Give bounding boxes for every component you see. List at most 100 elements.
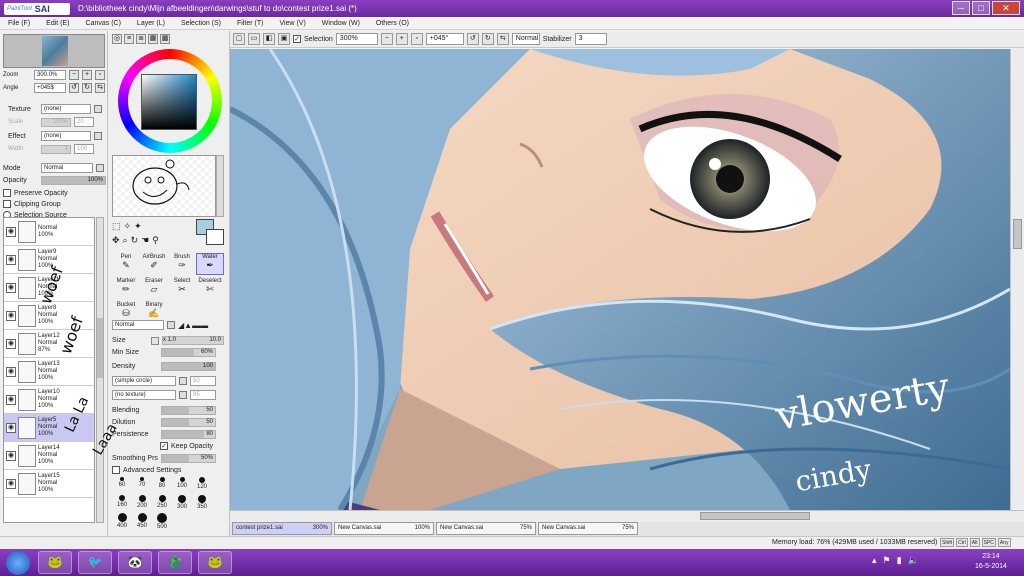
nav-zoom-out-button[interactable]: − (69, 70, 79, 80)
brush-size-preset[interactable]: 400 (112, 513, 132, 529)
eye-icon[interactable]: ◉ (6, 338, 16, 349)
hand-icon[interactable]: ☚ (141, 235, 149, 246)
texture-dropdown-icon[interactable] (94, 105, 102, 113)
menu-selection[interactable]: Selection (S) (173, 20, 229, 27)
effect-width-bar[interactable]: 1 (41, 144, 71, 154)
scratchpad-scrollbar[interactable] (216, 155, 224, 217)
tab-new-canvas[interactable]: New Canvas.sai 75% (436, 522, 536, 535)
tool-deselect[interactable]: Deselect ✄ (196, 277, 224, 299)
brush-size-preset[interactable]: 100 (172, 477, 192, 493)
eye-icon[interactable]: ◉ (6, 282, 16, 293)
lasso-icon[interactable]: ✧ (124, 221, 132, 232)
tool-brush[interactable]: Brush ✑ (168, 253, 196, 275)
preserve-opacity-checkbox[interactable] (3, 189, 11, 197)
stabilizer-select[interactable]: 3 (574, 33, 607, 45)
min-size-bar[interactable]: 60% (161, 348, 216, 357)
brush-size-preset[interactable]: 250 (152, 495, 172, 511)
secondary-color-swatch[interactable] (206, 229, 224, 245)
rotate-right-button[interactable]: ↻ (481, 33, 494, 45)
angle-select[interactable]: +045° (425, 33, 464, 45)
layer-opacity-bar[interactable]: 100% (41, 176, 106, 185)
brush-texture-dropdown-icon[interactable] (179, 391, 187, 399)
zoom-out-button[interactable]: − (380, 33, 393, 45)
rect-select-icon[interactable]: ⬚ (112, 221, 121, 232)
layer-item[interactable]: ◉ Layer14 Normal 100% (4, 442, 94, 470)
menu-layer[interactable]: Layer (L) (129, 20, 173, 27)
menu-view[interactable]: View (V) (271, 20, 313, 27)
zoom-reset-button[interactable]: ▫ (410, 33, 423, 45)
tool-water[interactable]: Water ✒ (196, 253, 224, 275)
eye-icon[interactable]: ◉ (6, 450, 16, 461)
tool-pen[interactable]: Pen ✎ (112, 253, 140, 275)
tab-contest-prize[interactable]: contest prize1.sai 300% (232, 522, 332, 535)
layer-item[interactable]: ◉ Layer13 Normal 100% (4, 358, 94, 386)
select-all-icon[interactable]: ▢ (233, 33, 245, 45)
hsv-slider-tab-icon[interactable]: ≣ (136, 34, 146, 44)
layer-item[interactable]: ◉ Normal 100% (4, 218, 94, 246)
layer-list-scrollbar[interactable] (96, 217, 104, 523)
taskbar-app[interactable]: 🐸 (198, 551, 232, 574)
rgb-slider-tab-icon[interactable]: ≡ (124, 34, 134, 44)
nav-zoom-reset-button[interactable]: ▫ (95, 70, 105, 80)
clipping-group-checkbox[interactable] (3, 200, 11, 208)
layer-item[interactable]: ◉ Layer12 Normal 87% (4, 330, 94, 358)
invert-selection-icon[interactable]: ◧ (263, 33, 275, 45)
tool-marker[interactable]: Marker ✏ (112, 277, 140, 299)
menu-filter[interactable]: Filter (T) (229, 20, 271, 27)
fill-icon[interactable]: ▣ (278, 33, 290, 45)
close-button[interactable]: ✕ (992, 1, 1020, 15)
size-lock-icon[interactable] (151, 336, 159, 345)
brush-texture-num[interactable]: 95 (190, 390, 216, 400)
brush-size-preset[interactable]: 80 (152, 477, 172, 493)
brush-shape-num[interactable]: 50 (190, 376, 216, 386)
texture-scale-bar[interactable]: 100% (41, 117, 71, 127)
brush-size-preset[interactable]: 350 (192, 495, 212, 511)
texture-scale-num[interactable]: 20 (74, 117, 94, 127)
eye-icon[interactable]: ◉ (6, 394, 16, 405)
navigator-preview[interactable] (3, 34, 105, 68)
scratchpad-tab-icon[interactable]: ▩ (160, 34, 170, 44)
rotate-icon[interactable]: ↻ (131, 235, 139, 246)
tray-up-arrow-icon[interactable]: ▴ (872, 555, 877, 566)
brush-size-preset[interactable]: 160 (112, 495, 132, 511)
layer-mode-select[interactable]: Normal (41, 163, 93, 173)
deselect-icon[interactable]: ▭ (248, 33, 260, 45)
size-bar[interactable]: x 1.0 10.0 (162, 336, 224, 345)
layer-item[interactable]: ◉ Layer8 Normal 100% (4, 302, 94, 330)
brush-shape-dropdown-icon[interactable] (179, 377, 187, 385)
blend-mode-select[interactable]: Normal (511, 33, 540, 45)
smoothing-bar[interactable]: 50% (161, 454, 216, 463)
brush-size-preset[interactable]: 500 (152, 513, 172, 530)
eye-icon[interactable]: ◉ (6, 422, 16, 433)
scratchpad[interactable] (112, 155, 216, 217)
brush-size-preset[interactable]: 300 (172, 495, 192, 511)
layer-item[interactable]: ◉ Layer10 Normal 100% (4, 386, 94, 414)
nav-angle-field[interactable]: +045$ (34, 83, 66, 93)
tool-select[interactable]: Select ✂ (168, 277, 196, 299)
brush-size-preset[interactable]: 200 (132, 495, 152, 511)
flag-icon[interactable]: ⚑ (883, 555, 891, 566)
brush-size-preset[interactable]: 70 (132, 477, 152, 493)
effect-width-num[interactable]: 100 (74, 144, 94, 154)
layer-item[interactable]: ◉ Layer9 Normal 100% (4, 246, 94, 274)
swatches-tab-icon[interactable]: ▦ (148, 34, 158, 44)
magic-wand-icon[interactable]: ✦ (134, 221, 142, 232)
effect-dropdown-icon[interactable] (94, 132, 102, 140)
brush-texture-select[interactable]: (no texture) (112, 390, 176, 400)
layer-item-selected[interactable]: ◉ Layer5 Normal 100% (4, 414, 94, 442)
eye-icon[interactable]: ◉ (6, 310, 16, 321)
eye-icon[interactable]: ◉ (6, 366, 16, 377)
texture-select[interactable]: (none) (41, 104, 91, 114)
brush-size-preset[interactable]: 120 (192, 477, 212, 493)
color-wheel-tab-icon[interactable]: ◎ (112, 34, 122, 44)
tool-eraser[interactable]: Eraser ▱ (140, 277, 168, 299)
tab-new-canvas[interactable]: New Canvas.sai 100% (334, 522, 434, 535)
taskbar-app[interactable]: 🐦 (78, 551, 112, 574)
zoom-icon[interactable]: ⌕ (123, 235, 128, 246)
menu-edit[interactable]: Edit (E) (38, 20, 77, 27)
keep-opacity-checkbox[interactable]: ✓ (160, 442, 168, 450)
mode-dropdown-icon[interactable] (96, 164, 104, 172)
nav-zoom-field[interactable]: 300.0% (34, 70, 66, 80)
zoom-in-button[interactable]: + (395, 33, 408, 45)
taskbar-app[interactable]: 🐼 (118, 551, 152, 574)
